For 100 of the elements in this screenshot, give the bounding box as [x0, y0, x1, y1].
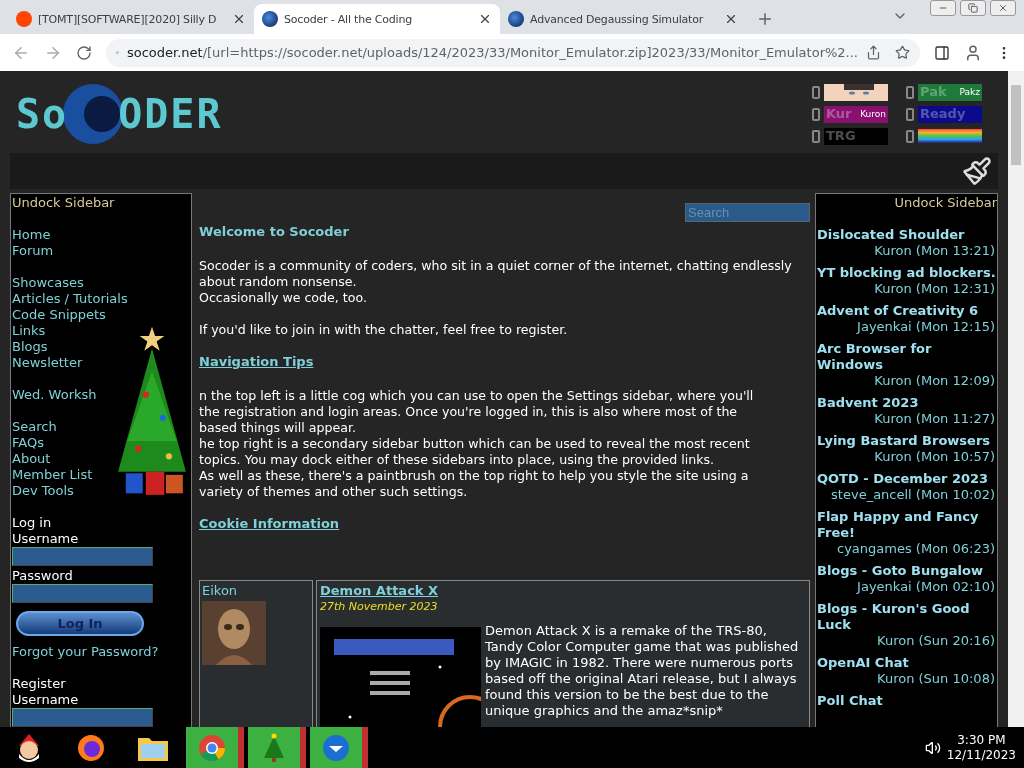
topic-link[interactable]: Badvent 2023 [817, 395, 997, 411]
post-body: Demon Attack X is a remake of the TRS-80, Tandy Color Computer game that was published by IMAGIC in 1982. There were numerous ports based off the original Atari release, but I always found this version to be the best due to the unique graphics and the amaz*snip* [485, 623, 800, 720]
clock[interactable]: 3:30 PM 12/11/2023 [946, 733, 1016, 763]
side-panel-icon[interactable] [934, 44, 950, 61]
section-heading-link[interactable]: Navigation Tips [199, 354, 810, 370]
browser-tab[interactable]: Socoder - All the Coding [254, 4, 500, 34]
profile-icon[interactable] [964, 43, 982, 62]
restore-icon [968, 3, 978, 13]
forgot-password-link[interactable]: Forgot your Password? [12, 644, 191, 660]
field-label: Username [12, 531, 80, 547]
section-title: Register [12, 676, 67, 692]
topic-author: steve_ancell (Mon 10:02) [830, 487, 996, 503]
new-tab-icon[interactable] [756, 10, 774, 28]
topic-author: Kuron (Mon 12:09) [873, 373, 996, 389]
badge-slot-icon [906, 129, 914, 143]
chrome-icon [197, 733, 227, 763]
favicon-icon [16, 11, 32, 27]
nav-link[interactable]: Newsletter [12, 355, 83, 371]
topic-link[interactable]: Poll Chat [817, 693, 997, 709]
close-icon[interactable] [478, 12, 492, 26]
section-heading: Welcome to Socoder [199, 224, 350, 240]
logo-text: So [16, 90, 69, 138]
browser-tab[interactable]: Advanced Degaussing Simulator [500, 4, 746, 34]
browser-tab[interactable]: [TOMT][SOFTWARE][2020] Silly D [8, 4, 254, 34]
badge-text: Kur [826, 106, 852, 122]
badge-text: TRG [826, 128, 856, 144]
badge-caption: Kuron [860, 108, 886, 121]
nav-link[interactable]: Member List [12, 467, 93, 483]
close-icon[interactable] [724, 12, 738, 26]
intro-paragraph: Socoder is a community of coders, who sit in a quiet corner of the internet, chatting endlessly about random nonsense. Occasionally we code, too. [199, 258, 793, 306]
nav-link[interactable]: Articles / Tutorials [12, 291, 128, 307]
topic-link[interactable]: QOTD - December 2023 [817, 471, 997, 487]
close-button[interactable] [990, 0, 1016, 16]
close-icon[interactable] [232, 12, 246, 26]
star-icon[interactable] [895, 45, 910, 60]
undock-link[interactable]: Undock Sidebar [12, 195, 191, 211]
section-heading-link[interactable]: Cookie Information [199, 516, 810, 532]
mail-client-icon [321, 733, 351, 763]
badge-text: Ready [920, 106, 966, 122]
search-field[interactable]: Search [685, 203, 810, 222]
badge-slot-icon [906, 107, 914, 121]
topic-link[interactable]: Blogs - Goto Bungalow [817, 563, 997, 579]
nav-link[interactable]: Code Snippets [12, 307, 106, 323]
topic-link[interactable]: Lying Bastard Browsers [817, 433, 997, 449]
scrollbar[interactable] [1008, 71, 1024, 727]
nav-link[interactable]: About [12, 451, 51, 467]
nav-link[interactable]: Dev Tools [12, 483, 74, 499]
join-paragraph: If you'd like to join in with the chatter, feel free to register. [199, 322, 569, 338]
gradient-badge [918, 129, 982, 143]
address-bar[interactable]: socoder.net/[url=https://socoder.net/uploads/124/2023/33/Monitor_Emulator.zip]2023/33/Monitor_Emulator%2... [106, 38, 920, 67]
minimize-button[interactable] [930, 0, 956, 16]
close-icon [998, 3, 1008, 13]
post-date: 27th November 2023 [320, 599, 439, 615]
topic-link[interactable]: Blogs - Kuron's Good Luck [817, 601, 997, 633]
topic-link[interactable]: YT blocking ad blockers. [817, 265, 997, 281]
undock-link[interactable]: Undock Sidebar [817, 195, 997, 211]
topic-author: Kuron (Mon 10:57) [873, 449, 996, 465]
badge-caption: Pakz [959, 86, 980, 99]
password-field[interactable] [12, 584, 153, 603]
favicon-icon [262, 11, 278, 27]
tree-icon [262, 733, 286, 763]
nav-link[interactable]: Home [12, 227, 51, 243]
topic-link[interactable]: OpenAI Chat [817, 655, 997, 671]
username-field[interactable] [12, 547, 153, 566]
favicon-icon [508, 11, 524, 27]
topic-link[interactable]: Flap Happy and Fancy Free! [817, 509, 997, 541]
nav-link[interactable]: Search [12, 419, 57, 435]
topic-author: Kuron (Sun 10:08) [876, 671, 996, 687]
paintbrush-icon[interactable] [962, 156, 992, 186]
nav-link[interactable]: Showcases [12, 275, 84, 291]
badge-slot-icon [812, 129, 820, 143]
topic-link[interactable]: Arc Browser for Windows [817, 341, 997, 373]
scroll-thumb[interactable] [1011, 85, 1021, 165]
section-title: Log in [12, 515, 53, 531]
topic-author: Kuron (Mon 12:31) [873, 281, 996, 297]
field-label: Password [12, 568, 74, 584]
nav-link[interactable]: Wed. Worksh [12, 387, 97, 403]
topic-author: Jayenkai (Mon 12:15) [855, 319, 996, 335]
topic-link[interactable]: Advent of Creativity 6 [817, 303, 997, 319]
topic-author: Kuron (Sun 20:16) [876, 633, 996, 649]
nav-link[interactable]: Links [12, 323, 46, 339]
badge-text: Pak [920, 84, 947, 100]
post-title-link[interactable]: Demon Attack X [320, 583, 439, 598]
username-field[interactable] [12, 708, 153, 727]
nav-link[interactable]: FAQs [12, 435, 44, 451]
topic-link[interactable]: Dislocated Shoulder [817, 227, 997, 243]
author-name[interactable]: Eikon [202, 583, 312, 599]
nav-link[interactable]: Forum [12, 243, 54, 259]
field-label: Username [12, 692, 80, 708]
volume-icon[interactable] [924, 740, 941, 756]
badge-slot-icon [812, 85, 820, 99]
nav-link[interactable]: Blogs [12, 339, 48, 355]
topic-author: Kuron (Mon 13:21) [873, 243, 996, 259]
topic-author: Kuron (Mon 11:27) [873, 411, 996, 427]
topic-author: Jayenkai (Mon 02:10) [855, 579, 996, 595]
badge-slot-icon [906, 85, 914, 99]
reload-icon[interactable] [76, 44, 92, 61]
restore-button[interactable] [960, 0, 986, 16]
share-icon[interactable] [866, 45, 881, 60]
firefox-icon [76, 733, 106, 763]
